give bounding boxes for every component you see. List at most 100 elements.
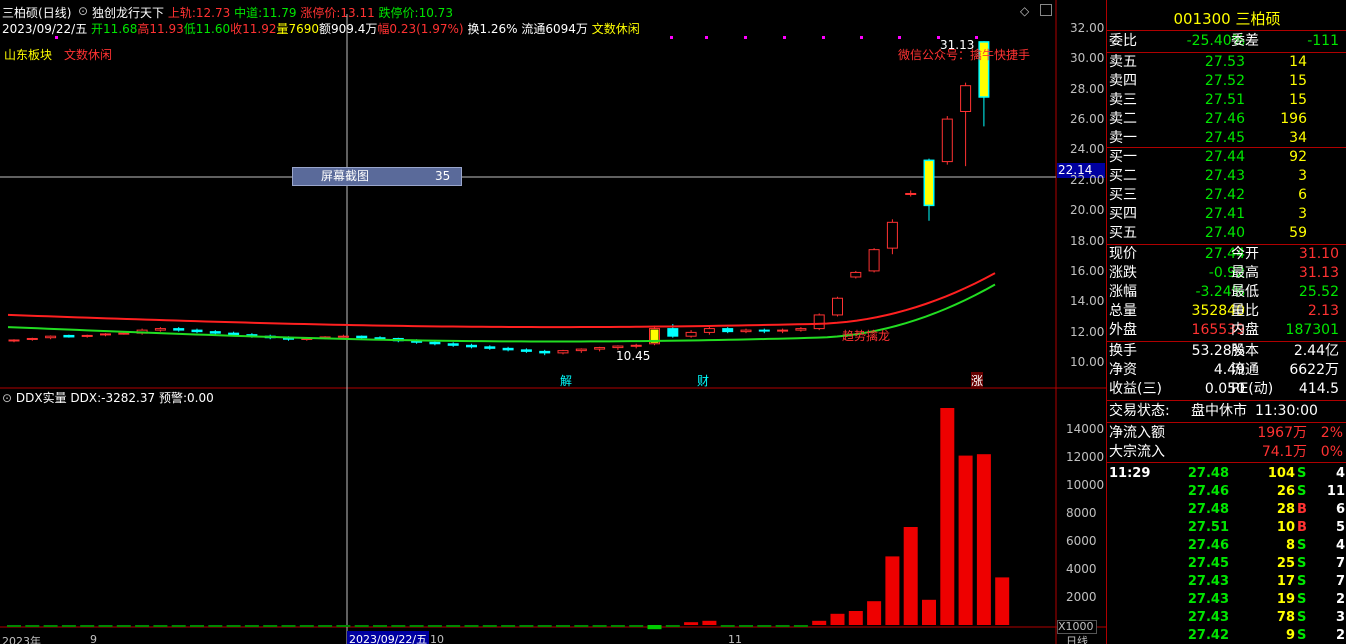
candle-body bbox=[26, 337, 38, 340]
tick-cell: 9 bbox=[1285, 628, 1295, 643]
ddx-bar bbox=[171, 625, 186, 627]
tick-cell: 11 bbox=[1326, 484, 1345, 499]
ddx-bar bbox=[903, 527, 918, 625]
quote-cell: 最高 bbox=[1231, 265, 1259, 281]
tick-row: 27.42 9 S 2 bbox=[1107, 627, 1346, 644]
ddx-bar bbox=[720, 625, 735, 627]
ask-row: 卖五 27.53 14 bbox=[1107, 53, 1346, 72]
ddx-axis-tick: 2000 bbox=[1066, 590, 1097, 604]
sector-tag: 文数休闲 bbox=[64, 48, 113, 62]
candle-body bbox=[520, 349, 532, 352]
candle-body bbox=[154, 328, 166, 331]
candle-body bbox=[484, 346, 496, 349]
quote-cell: 卖二 bbox=[1109, 111, 1137, 127]
ask-row: 卖二 27.46 196 bbox=[1107, 110, 1346, 129]
tick-row: 27.48 28 B 6 bbox=[1107, 501, 1346, 519]
ddx-axis-tick: 8000 bbox=[1066, 506, 1097, 520]
ddx-bar bbox=[281, 625, 296, 627]
stats-row: 涨幅 -3.24% 最低 25.52 bbox=[1107, 283, 1346, 302]
tick-cell: 26 bbox=[1276, 484, 1295, 499]
sector-label: 山东板块 bbox=[4, 48, 53, 62]
quote-cell: 净流入额 bbox=[1109, 425, 1165, 441]
candle-body bbox=[941, 118, 953, 163]
candle-body bbox=[557, 350, 569, 354]
signal-dot bbox=[670, 36, 673, 39]
ddx-bar bbox=[574, 625, 589, 627]
ddx-bar bbox=[482, 625, 497, 627]
candle-body bbox=[466, 344, 477, 348]
stock-code: 001300 bbox=[1173, 10, 1231, 28]
candle-body bbox=[173, 328, 185, 331]
quote-cell: 交易状态: bbox=[1109, 403, 1170, 419]
tick-cell: 2 bbox=[1335, 628, 1345, 643]
ddx-bar bbox=[519, 625, 534, 627]
ddx-bar bbox=[80, 625, 95, 627]
ddx-bar bbox=[958, 455, 973, 625]
bid-row: 买一 27.44 92 bbox=[1107, 148, 1346, 167]
tick-cell: 27.46 bbox=[1187, 538, 1229, 553]
ddx-bar bbox=[61, 625, 76, 627]
event-marker-cai[interactable]: 财 bbox=[697, 372, 709, 389]
stats-row: 外盘 165539 内盘 187301 bbox=[1107, 321, 1346, 340]
ddx-bar bbox=[812, 620, 827, 625]
quote-cell: 196 bbox=[1280, 111, 1307, 127]
quote-cell: 买三 bbox=[1109, 187, 1137, 203]
ddx-bar bbox=[43, 625, 58, 627]
ddx-bar bbox=[446, 625, 461, 627]
quote-panel: 001300 三柏硕 委比 -25.40% 委差 -111 卖五 27.53 14 卖四 27.… bbox=[1106, 0, 1346, 644]
candle-body bbox=[868, 249, 880, 272]
quote-cell: 买一 bbox=[1109, 149, 1137, 165]
tick-cell: 10 bbox=[1276, 520, 1295, 535]
quote-cell: 2.44亿 bbox=[1293, 343, 1339, 359]
candle-body bbox=[795, 328, 807, 331]
quote-cell: 涨幅 bbox=[1109, 284, 1137, 300]
bid-row: 买四 27.41 3 bbox=[1107, 205, 1346, 224]
period-button[interactable]: 日线 bbox=[1066, 633, 1088, 644]
ddx-bar bbox=[940, 408, 955, 625]
ddx-bar bbox=[190, 625, 204, 627]
tick-row: 27.45 25 S 7 bbox=[1107, 555, 1346, 573]
time-year: 2023年 bbox=[2, 635, 41, 644]
low-marker: 10.45 bbox=[616, 349, 651, 363]
ddx-bar bbox=[226, 625, 241, 627]
candle-body bbox=[502, 347, 514, 351]
ddx-bar bbox=[537, 625, 552, 627]
ddx-bar bbox=[757, 625, 772, 627]
warn-value: 0.00 bbox=[187, 391, 214, 405]
ddx-bar bbox=[263, 625, 278, 627]
ddx-bar bbox=[665, 625, 680, 627]
quote-cell: 净资 bbox=[1109, 362, 1137, 378]
quote-cell: 卖一 bbox=[1109, 130, 1137, 146]
event-marker-jie[interactable]: 解 bbox=[560, 372, 572, 389]
candle-body bbox=[228, 332, 240, 336]
quote-cell: 量比 bbox=[1231, 303, 1259, 319]
candle-body bbox=[758, 329, 770, 332]
ddx-bar bbox=[391, 625, 406, 627]
tick-row: 27.51 10 B 5 bbox=[1107, 519, 1346, 537]
ddx-bar bbox=[299, 625, 314, 627]
tick-cell: 104 bbox=[1267, 466, 1295, 481]
ddx-bar bbox=[208, 625, 223, 627]
ddx-axis-tick: 10000 bbox=[1066, 478, 1105, 492]
ddx-bar bbox=[922, 599, 936, 625]
quote-cell: 最低 bbox=[1231, 284, 1259, 300]
tick-cell: 28 bbox=[1276, 502, 1295, 517]
tick-cell: S bbox=[1297, 610, 1307, 625]
quote-cell: 委差 bbox=[1231, 33, 1259, 49]
kline-chart-area[interactable]: 三柏硕(日线) ⊙ 独创龙行天下 上轨:12.73 中道:11.79 涨停价:1… bbox=[0, 0, 1106, 644]
sub-panel-dropdown-icon[interactable]: ⊙ bbox=[2, 391, 12, 405]
tick-cell: 4 bbox=[1335, 466, 1345, 481]
candle-body bbox=[685, 331, 697, 337]
event-marker-zhang[interactable]: 涨 bbox=[971, 372, 984, 389]
candle-body bbox=[703, 328, 715, 333]
tick-cell: 17 bbox=[1276, 574, 1295, 589]
candle-highlight bbox=[925, 161, 933, 205]
ddx-bar bbox=[135, 625, 150, 627]
screenshot-tooltip[interactable]: 屏幕截图 35 bbox=[292, 167, 462, 186]
ddx-axis-tick: 14000 bbox=[1066, 422, 1105, 436]
candle-body bbox=[100, 333, 111, 336]
quote-cell: 0% bbox=[1320, 444, 1343, 460]
candle-body bbox=[813, 314, 825, 330]
quote-cell: 今开 bbox=[1231, 246, 1259, 262]
candle-body bbox=[905, 192, 917, 195]
